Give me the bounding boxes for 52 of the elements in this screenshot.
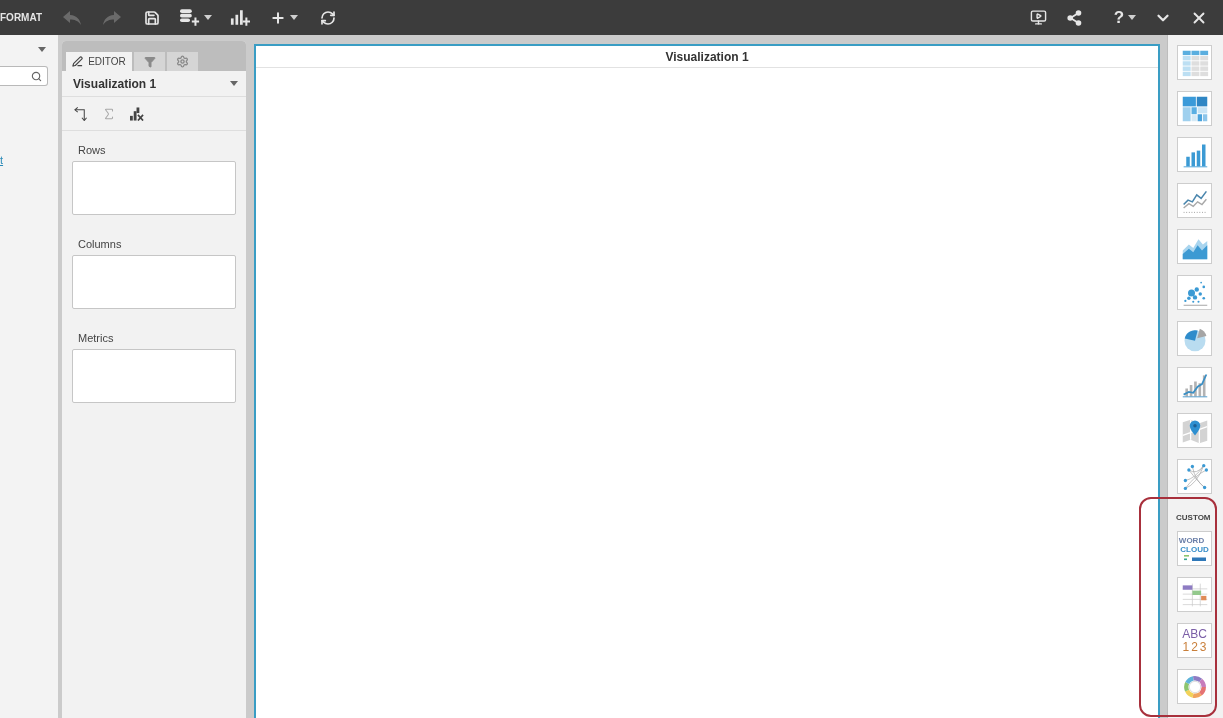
map-chart-button[interactable] [1177, 413, 1212, 448]
share-icon [1066, 9, 1082, 26]
area-chart-button[interactable] [1177, 229, 1212, 264]
visualization-dropdown[interactable]: Visualization 1 [62, 71, 246, 97]
settings-tab[interactable] [167, 52, 198, 71]
network-chart-button[interactable] [1177, 459, 1212, 494]
caret-icon [204, 15, 212, 20]
filter-tab[interactable] [134, 52, 165, 71]
drop-zone-label: Columns [77, 238, 122, 251]
bar-chart-button[interactable] [1177, 137, 1212, 172]
treemap-icon [1180, 94, 1209, 123]
search-field[interactable] [0, 66, 48, 86]
treemap-chart-button[interactable] [1177, 91, 1212, 126]
format-tab[interactable]: FORMAT [0, 10, 52, 25]
color-bars-icon [1183, 555, 1206, 561]
settings-icon [176, 55, 189, 68]
presentation-icon [1029, 9, 1047, 26]
plus-icon [270, 9, 286, 26]
drop-zone-label: Rows [77, 144, 106, 157]
line-chart-button[interactable] [1177, 183, 1212, 218]
section-label: CUSTOM [1176, 513, 1211, 523]
word-cloud-button[interactable]: WORD CLOUD [1177, 531, 1212, 566]
redo-icon [103, 10, 121, 25]
swap-axes-icon [73, 106, 88, 121]
refresh-icon [320, 9, 336, 26]
table-chart-button[interactable] [1177, 45, 1212, 80]
visualization-title: Visualization 1 [665, 48, 749, 66]
search-icon [31, 70, 42, 82]
bar-chart-plus-icon [230, 9, 250, 26]
caret-icon [230, 81, 238, 86]
pie-chart-button[interactable] [1177, 321, 1212, 356]
combo-chart-button[interactable] [1177, 367, 1212, 402]
filter-icon [143, 55, 156, 68]
table-icon [1180, 48, 1209, 77]
caret-icon [1128, 15, 1137, 20]
text-chart-button[interactable]: ABC 123 [1177, 623, 1212, 658]
swap-axes-button[interactable] [73, 106, 88, 121]
drop-zone-label: Metrics [77, 332, 114, 345]
save-icon [144, 9, 160, 26]
database-plus-icon [180, 9, 200, 26]
bar-chart-clear-icon [129, 106, 144, 121]
ring-chart-button[interactable] [1177, 669, 1212, 704]
gantt-chart-button[interactable] [1177, 577, 1212, 612]
dropdown-caret-icon[interactable] [38, 47, 46, 52]
scatter-chart-button[interactable] [1177, 275, 1212, 310]
link[interactable]: t [0, 154, 4, 167]
editor-tab[interactable]: EDITOR [66, 52, 132, 71]
caret-icon [290, 15, 298, 20]
undo-icon [63, 10, 81, 25]
help-button[interactable]: ? [1105, 0, 1145, 35]
clear-chart-button[interactable] [129, 106, 144, 121]
pencil-icon [72, 56, 84, 67]
